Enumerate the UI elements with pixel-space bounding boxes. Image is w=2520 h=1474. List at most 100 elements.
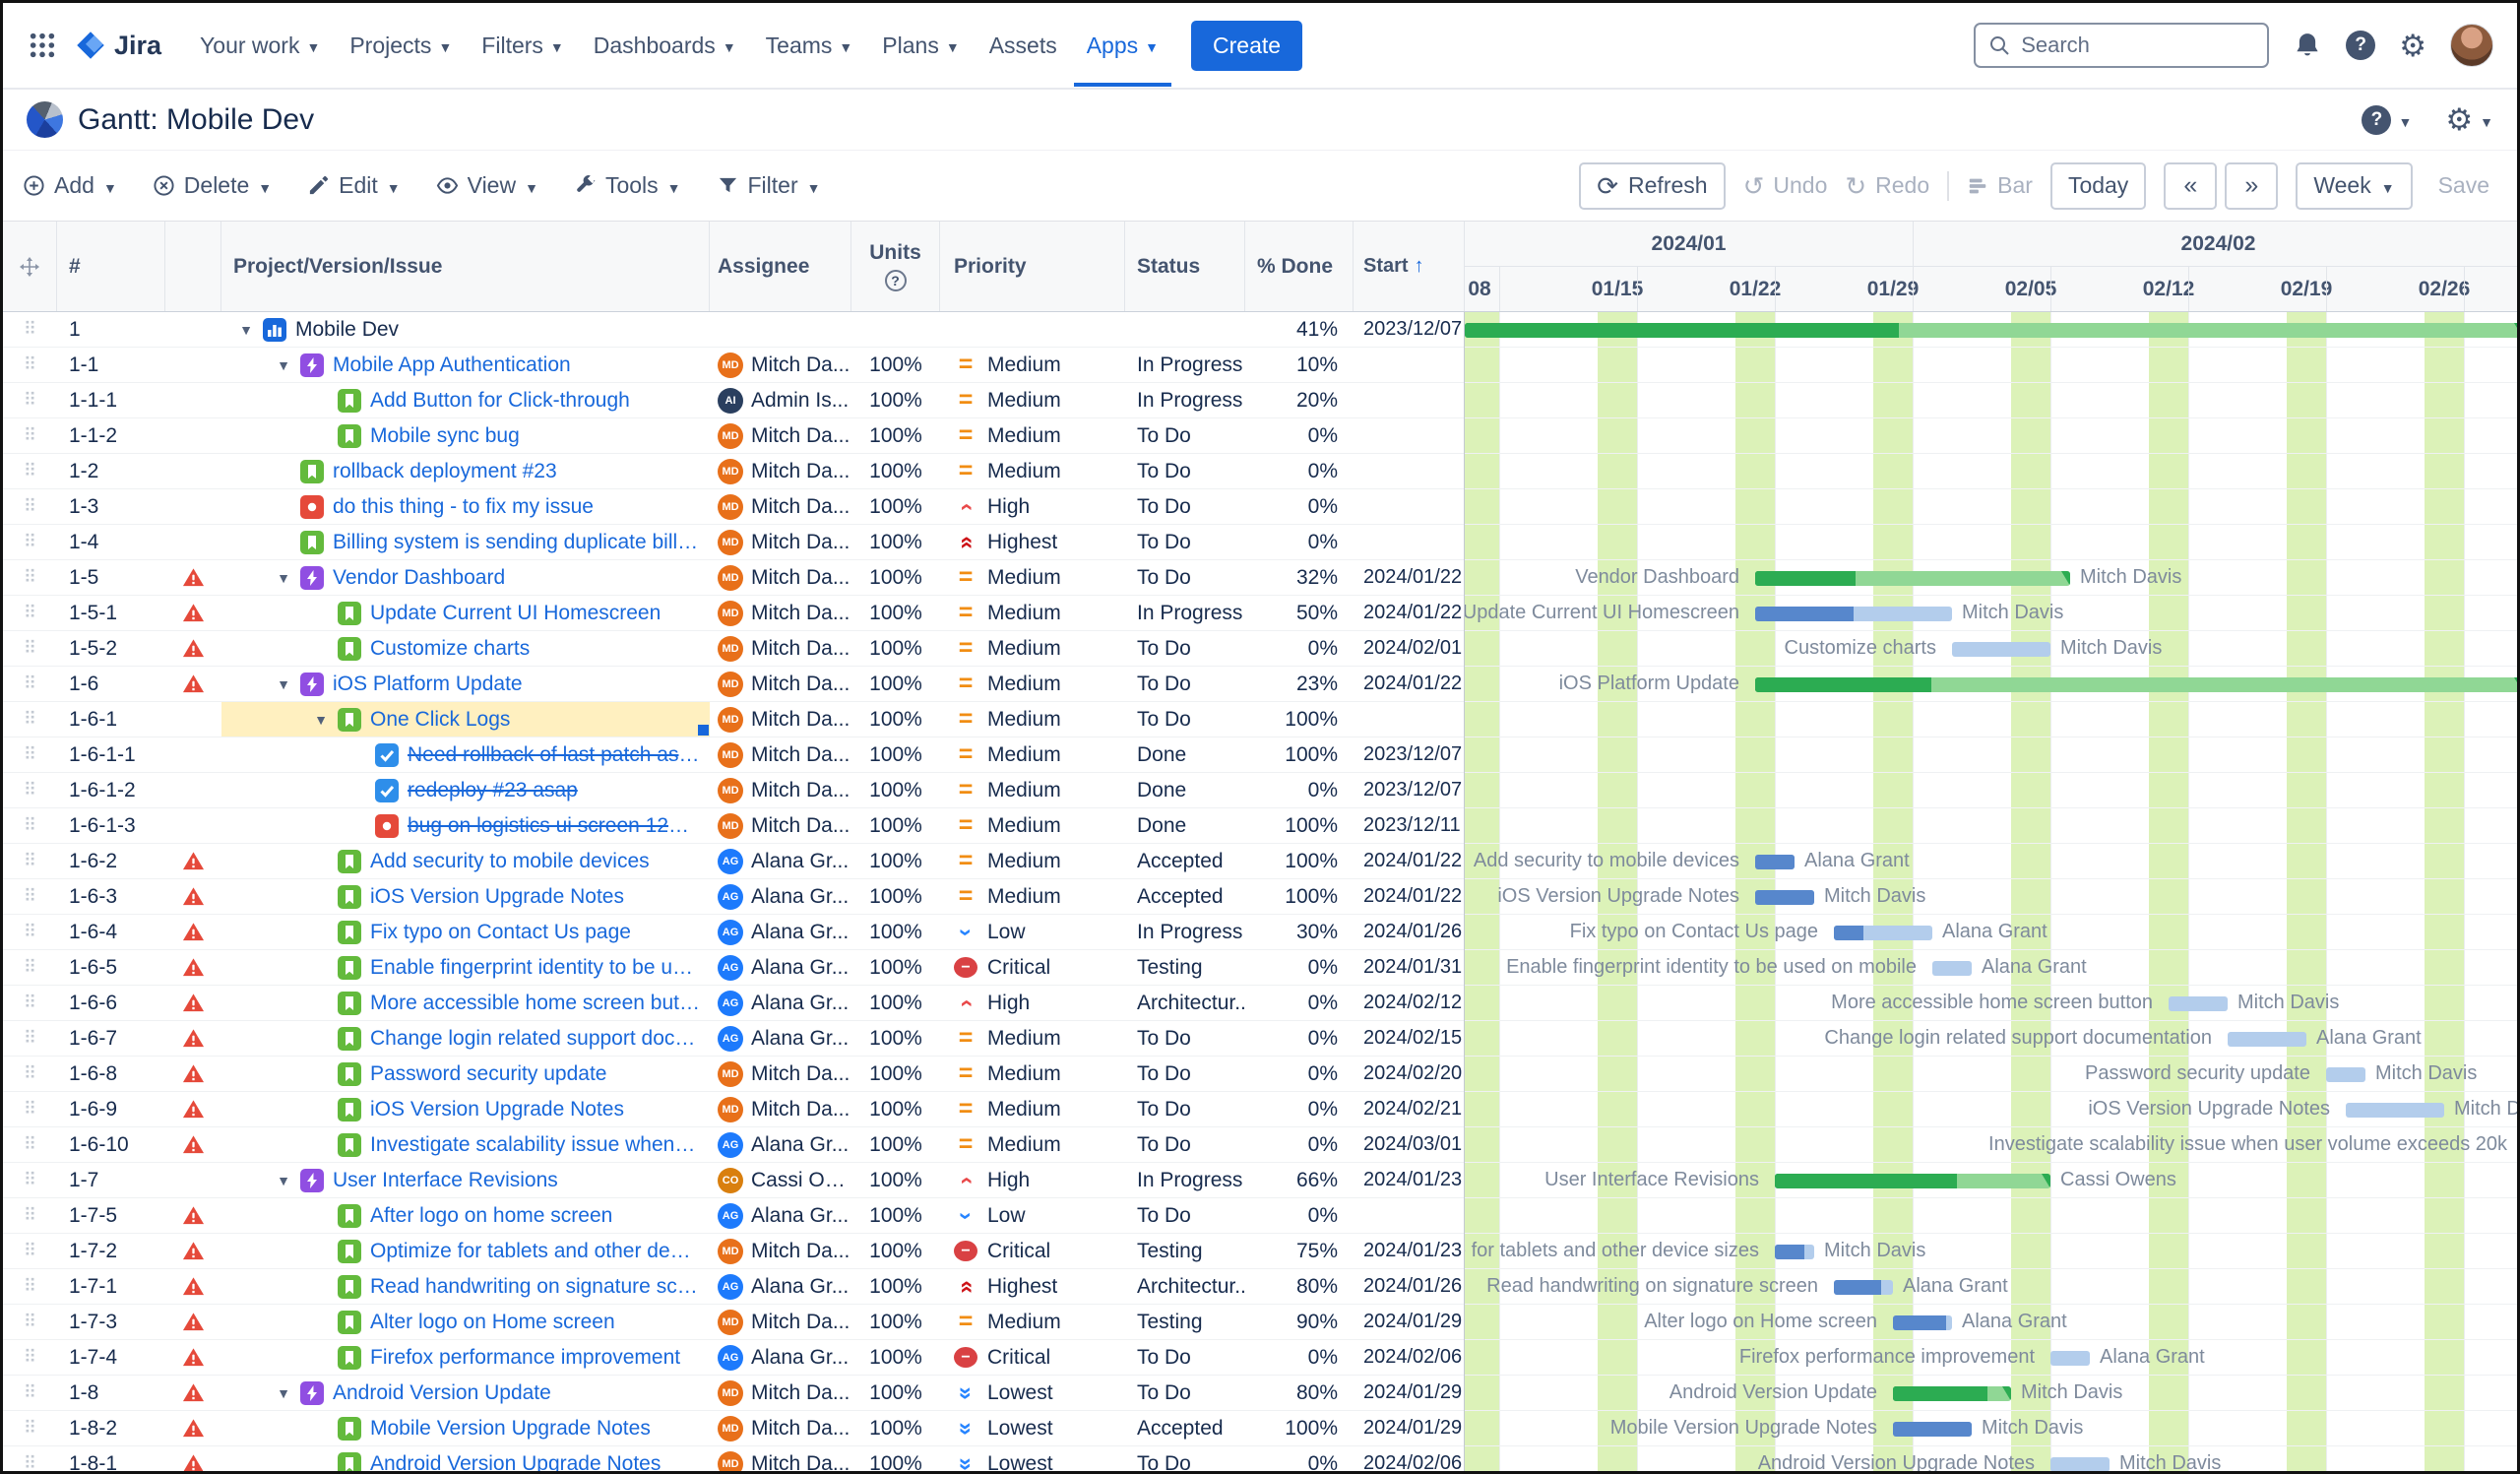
- table-row[interactable]: ⠿ 1-8-2 Mobile Version Upgrade Notes MD M…: [3, 1411, 1464, 1446]
- gantt-bar[interactable]: [1755, 607, 1952, 621]
- table-row[interactable]: ⠿ 1-1-1 Add Button for Click-through AI A…: [3, 383, 1464, 418]
- nav-item-apps[interactable]: Apps ▼: [1074, 4, 1171, 87]
- issue-summary[interactable]: iOS Platform Update: [333, 673, 523, 696]
- drag-handle[interactable]: ⠿: [3, 1305, 57, 1339]
- issue-summary[interactable]: Android Version Upgrade Notes: [370, 1452, 661, 1472]
- drag-handle[interactable]: ⠿: [3, 1411, 57, 1445]
- table-row[interactable]: ⠿ 1-6 ▼ iOS Platform Update MD Mitch Da..…: [3, 667, 1464, 702]
- issue-name-cell[interactable]: Change login related support docume...: [221, 1021, 710, 1056]
- move-all-icon[interactable]: [3, 222, 57, 311]
- gantt-bar[interactable]: [2228, 1032, 2306, 1047]
- table-row[interactable]: ⠿ 1-4 Billing system is sending duplicat…: [3, 525, 1464, 560]
- column-header-name[interactable]: Project/Version/Issue: [221, 222, 710, 311]
- nav-item-your-work[interactable]: Your work ▼: [187, 4, 333, 87]
- gantt-bar[interactable]: [1893, 1315, 1952, 1330]
- drag-handle[interactable]: ⠿: [3, 1092, 57, 1126]
- gantt-bar[interactable]: [1465, 323, 2517, 338]
- add-button[interactable]: Add ▼: [23, 172, 117, 199]
- issue-summary[interactable]: Need rollback of last patch asap: [408, 743, 700, 767]
- issue-name-cell[interactable]: ▼ User Interface Revisions: [221, 1163, 710, 1197]
- selection-fill-handle[interactable]: [698, 725, 709, 736]
- drag-handle[interactable]: ⠿: [3, 1021, 57, 1056]
- table-row[interactable]: ⠿ 1-5-1 Update Current UI Homescreen MD M…: [3, 596, 1464, 631]
- gantt-bar[interactable]: [2169, 996, 2228, 1011]
- drag-handle[interactable]: ⠿: [3, 702, 57, 737]
- gantt-bar[interactable]: [1932, 961, 1972, 976]
- issue-summary[interactable]: Add Button for Click-through: [370, 389, 630, 413]
- table-row[interactable]: ⠿ 1-7-2 Optimize for tablets and other d…: [3, 1234, 1464, 1269]
- table-row[interactable]: ⠿ 1-6-1-3 bug on logistics ui screen 120…: [3, 808, 1464, 844]
- gantt-bar[interactable]: [1755, 855, 1795, 869]
- issue-name-cell[interactable]: Android Version Upgrade Notes: [221, 1446, 710, 1471]
- gantt-bar[interactable]: [1893, 1386, 2011, 1401]
- issue-summary[interactable]: do this thing - to fix my issue: [333, 495, 594, 519]
- table-row[interactable]: ⠿ 1-6-1-2 redeploy #23 asap MD Mitch Da..…: [3, 773, 1464, 808]
- table-row[interactable]: ⠿ 1-8-1 Android Version Upgrade Notes MD…: [3, 1446, 1464, 1471]
- issue-summary[interactable]: Change login related support docume...: [370, 1027, 700, 1051]
- edit-button[interactable]: Edit ▼: [307, 172, 401, 199]
- expander-caret-icon[interactable]: ▼: [229, 322, 263, 338]
- create-button[interactable]: Create: [1191, 20, 1303, 71]
- issue-name-cell[interactable]: Update Current UI Homescreen: [221, 596, 710, 630]
- issue-summary[interactable]: Alter logo on Home screen: [370, 1311, 615, 1334]
- gantt-bar[interactable]: [1755, 890, 1814, 905]
- table-row[interactable]: ⠿ 1-3 do this thing - to fix my issue MD…: [3, 489, 1464, 525]
- issue-name-cell[interactable]: do this thing - to fix my issue: [221, 489, 710, 524]
- gantt-bar[interactable]: [1755, 571, 2070, 586]
- table-row[interactable]: ⠿ 1-6-4 Fix typo on Contact Us page AG Al…: [3, 915, 1464, 950]
- gantt-bar[interactable]: [1755, 677, 2517, 692]
- table-row[interactable]: ⠿ 1-6-6 More accessible home screen butt…: [3, 986, 1464, 1021]
- scroll-right-button[interactable]: »: [2225, 161, 2279, 210]
- drag-handle[interactable]: ⠿: [3, 1163, 57, 1197]
- table-row[interactable]: ⠿ 1-6-3 iOS Version Upgrade Notes AG Alan…: [3, 879, 1464, 915]
- table-row[interactable]: ⠿ 1-6-5 Enable fingerprint identity to b…: [3, 950, 1464, 986]
- table-row[interactable]: ⠿ 1-6-1 ▼ One Click Logs MD Mitch Da... 1…: [3, 702, 1464, 737]
- nav-item-filters[interactable]: Filters ▼: [469, 4, 576, 87]
- issue-summary[interactable]: Vendor Dashboard: [333, 566, 505, 590]
- notifications-bell-icon[interactable]: [2293, 31, 2322, 60]
- drag-handle[interactable]: ⠿: [3, 348, 57, 382]
- drag-handle[interactable]: ⠿: [3, 950, 57, 985]
- gantt-bar[interactable]: [1952, 642, 2050, 657]
- drag-handle[interactable]: ⠿: [3, 454, 57, 488]
- gantt-bar[interactable]: [2326, 1067, 2365, 1082]
- tools-button[interactable]: Tools ▼: [574, 172, 681, 199]
- nav-item-teams[interactable]: Teams ▼: [753, 4, 866, 87]
- issue-name-cell[interactable]: ▼ Vendor Dashboard: [221, 560, 710, 595]
- delete-button[interactable]: Delete ▼: [153, 172, 272, 199]
- issue-summary[interactable]: Enable fingerprint identity to be used .…: [370, 956, 700, 980]
- issue-name-cell[interactable]: ▼ One Click Logs: [221, 702, 710, 737]
- table-row[interactable]: ⠿ 1-6-7 Change login related support doc…: [3, 1021, 1464, 1057]
- nav-item-plans[interactable]: Plans ▼: [869, 4, 972, 87]
- issue-name-cell[interactable]: ▼ Mobile App Authentication: [221, 348, 710, 382]
- drag-handle[interactable]: ⠿: [3, 844, 57, 878]
- gantt-bar[interactable]: [1775, 1174, 2050, 1188]
- issue-name-cell[interactable]: iOS Version Upgrade Notes: [221, 1092, 710, 1126]
- table-row[interactable]: ⠿ 1-6-8 Password security update MD Mitch…: [3, 1057, 1464, 1092]
- column-header-assignee[interactable]: Assignee: [710, 222, 851, 311]
- issue-summary[interactable]: Billing system is sending duplicate bill…: [333, 531, 700, 554]
- gantt-bar[interactable]: [2346, 1103, 2444, 1118]
- drag-handle[interactable]: ⠿: [3, 312, 57, 347]
- table-row[interactable]: ⠿ 1-6-9 iOS Version Upgrade Notes MD Mitc…: [3, 1092, 1464, 1127]
- drag-handle[interactable]: ⠿: [3, 1446, 57, 1471]
- drag-handle[interactable]: ⠿: [3, 737, 57, 772]
- expander-caret-icon[interactable]: ▼: [267, 357, 300, 373]
- table-row[interactable]: ⠿ 1 ▼ Mobile Dev 41% 2023/12/07: [3, 312, 1464, 348]
- drag-handle[interactable]: ⠿: [3, 631, 57, 666]
- drag-handle[interactable]: ⠿: [3, 986, 57, 1020]
- drag-handle[interactable]: ⠿: [3, 1376, 57, 1410]
- issue-summary[interactable]: Mobile Version Upgrade Notes: [370, 1417, 651, 1441]
- drag-handle[interactable]: ⠿: [3, 489, 57, 524]
- issue-name-cell[interactable]: Password security update: [221, 1057, 710, 1091]
- column-header-warning[interactable]: [165, 222, 221, 311]
- issue-summary[interactable]: Add security to mobile devices: [370, 850, 650, 873]
- issue-summary[interactable]: Firefox performance improvement: [370, 1346, 680, 1370]
- issue-name-cell[interactable]: Customize charts: [221, 631, 710, 666]
- issue-summary[interactable]: After logo on home screen: [370, 1204, 612, 1228]
- column-header-priority[interactable]: Priority: [940, 222, 1125, 311]
- drag-handle[interactable]: ⠿: [3, 1234, 57, 1268]
- table-row[interactable]: ⠿ 1-7-4 Firefox performance improvement …: [3, 1340, 1464, 1376]
- issue-name-cell[interactable]: Mobile Version Upgrade Notes: [221, 1411, 710, 1445]
- issue-name-cell[interactable]: Fix typo on Contact Us page: [221, 915, 710, 949]
